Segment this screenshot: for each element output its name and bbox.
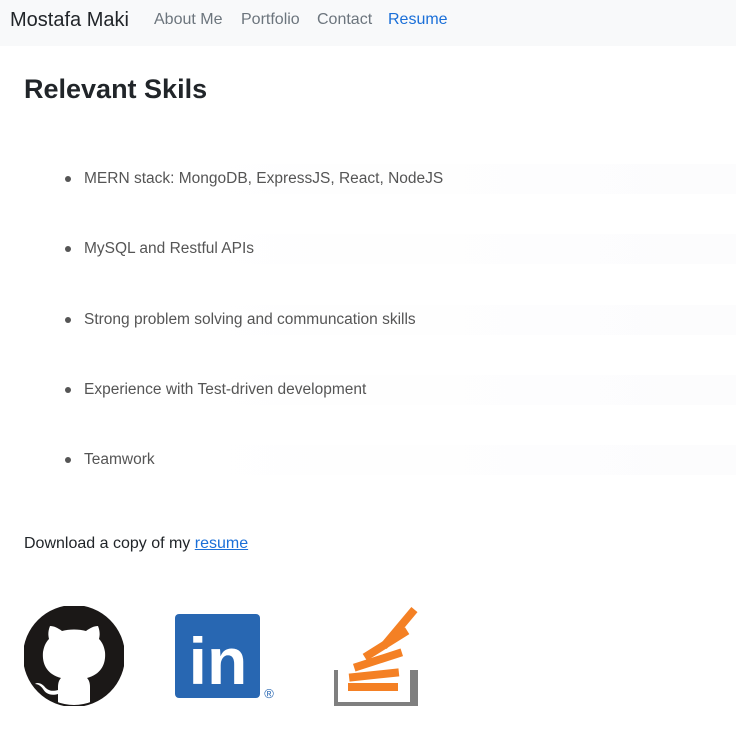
skill-item: MERN stack: MongoDB, ExpressJS, React, N…: [0, 164, 736, 194]
bullet: [65, 317, 71, 323]
skill-text: Experience with Test-driven development: [84, 381, 367, 398]
nav-resume[interactable]: Resume: [388, 11, 448, 29]
skill-item: Experience with Test-driven development: [0, 375, 736, 405]
github-icon[interactable]: [24, 606, 124, 706]
skill-item: Strong problem solving and communcation …: [0, 305, 736, 335]
brand-link[interactable]: Mostafa Maki: [10, 9, 129, 32]
bullet: [65, 457, 71, 463]
skill-item: Teamwork: [0, 445, 736, 475]
registered-mark: ®: [264, 686, 274, 701]
download-line: Download a copy of my resume: [24, 535, 248, 553]
nav-about-me[interactable]: About Me: [154, 11, 222, 29]
linkedin-icon[interactable]: in ®: [175, 614, 277, 702]
nav-portfolio[interactable]: Portfolio: [241, 11, 300, 29]
download-prefix: Download a copy of my: [24, 535, 191, 552]
bullet: [65, 246, 71, 252]
nav-contact[interactable]: Contact: [317, 11, 372, 29]
bullet: [65, 176, 71, 182]
stackoverflow-icon[interactable]: [334, 604, 418, 706]
skill-text: MERN stack: MongoDB, ExpressJS, React, N…: [84, 170, 444, 187]
resume-link[interactable]: resume: [195, 535, 248, 552]
linkedin-text: in: [189, 624, 248, 698]
skill-text: Teamwork: [84, 451, 155, 468]
section-title: Relevant Skils: [24, 74, 208, 104]
skill-text: MySQL and Restful APIs: [84, 240, 255, 257]
skill-item: MySQL and Restful APIs: [0, 234, 736, 264]
bullet: [65, 387, 71, 393]
skill-text: Strong problem solving and communcation …: [84, 311, 416, 328]
navbar: Mostafa Maki About Me Portfolio Contact …: [0, 0, 736, 46]
